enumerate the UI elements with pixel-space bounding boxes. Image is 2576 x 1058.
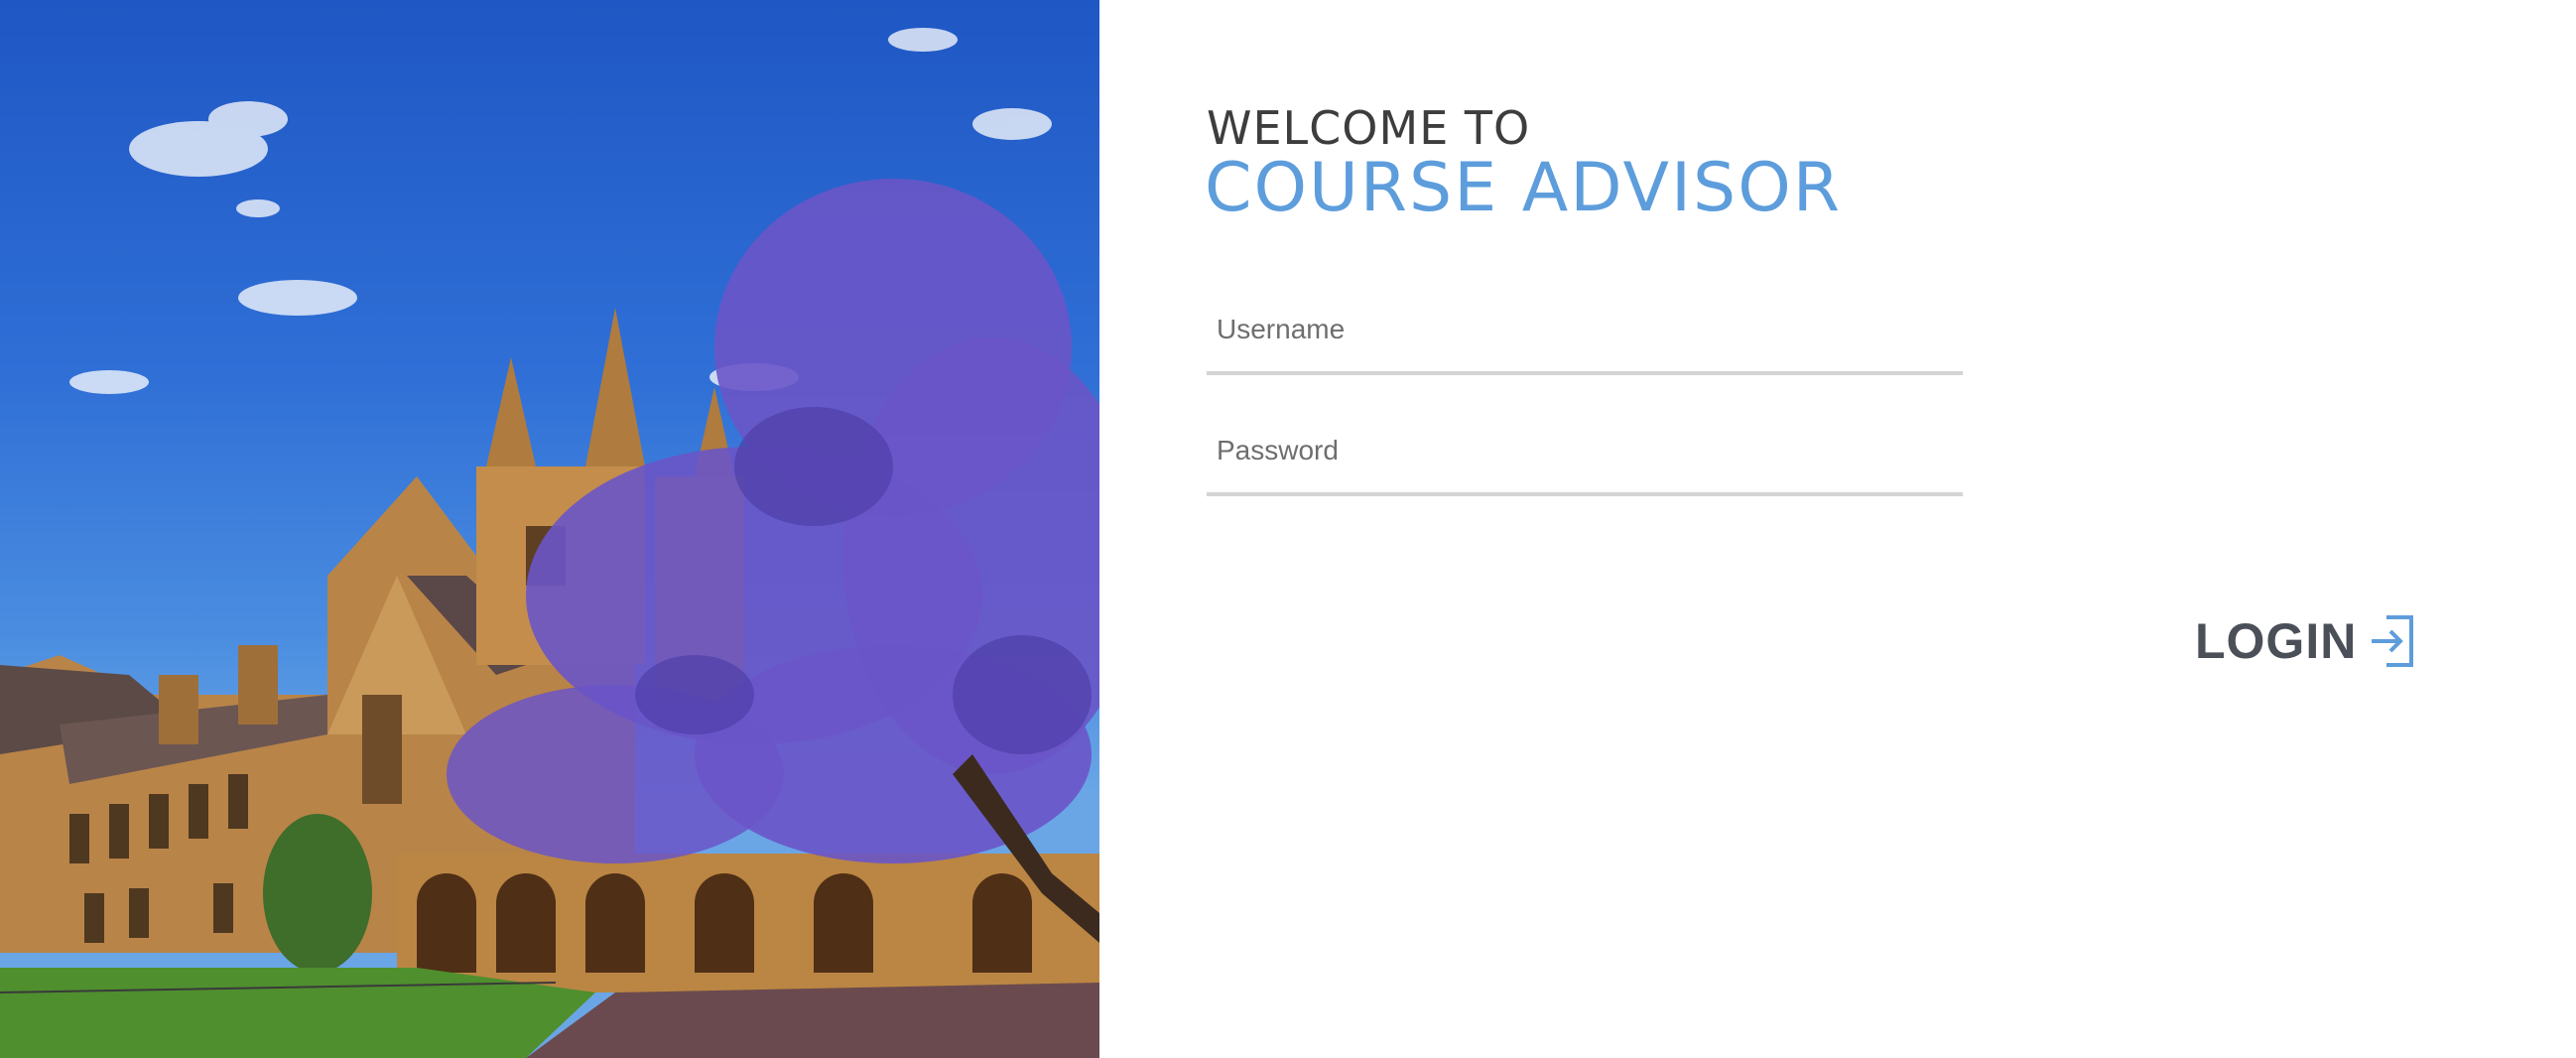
welcome-heading: WELCOME TO [1207, 101, 1531, 155]
login-label: LOGIN [2195, 613, 2358, 669]
campus-photo [0, 0, 1099, 1058]
password-field [1207, 409, 1963, 496]
login-page: WELCOME TO COURSE ADVISOR LOGIN [0, 0, 2576, 1058]
password-input[interactable] [1207, 409, 1963, 492]
login-button[interactable]: LOGIN [2195, 611, 2414, 671]
username-field [1207, 288, 1963, 375]
campus-photo-illustration [0, 28, 1099, 1058]
app-title: COURSE ADVISOR [1205, 149, 1842, 227]
sign-in-arrow-icon [2372, 615, 2414, 667]
username-input[interactable] [1207, 288, 1963, 371]
